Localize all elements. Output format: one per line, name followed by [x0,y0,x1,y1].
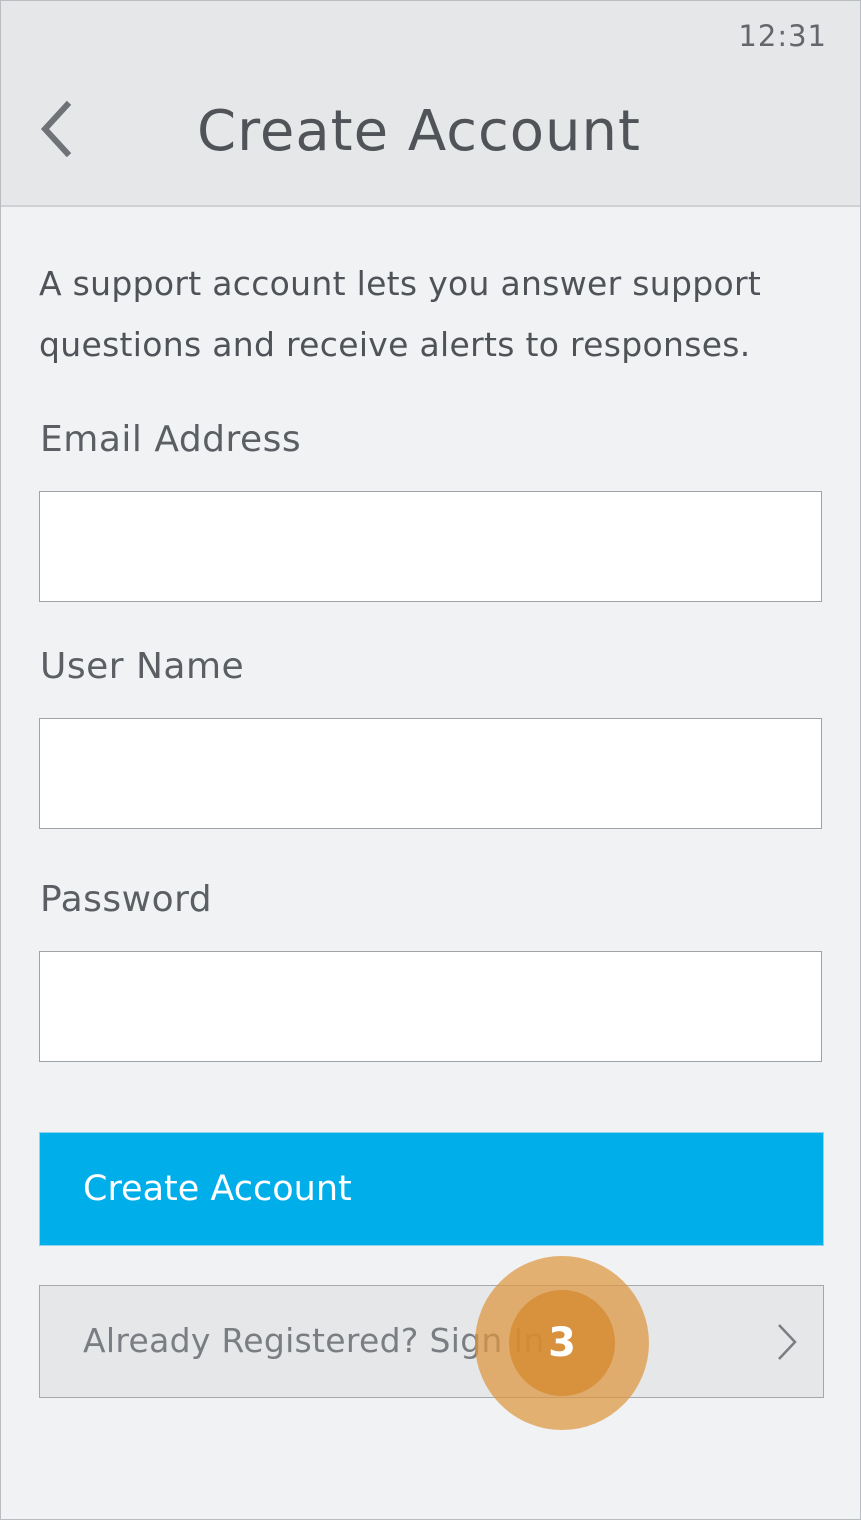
password-field[interactable] [39,951,822,1062]
email-label: Email Address [40,419,302,460]
status-time: 12:31 [738,19,827,53]
chevron-right-icon [775,1322,799,1366]
status-bar: 12:31 [1,1,860,63]
chevron-left-icon [33,97,83,161]
password-label: Password [40,879,213,920]
intro-text: A support account lets you answer suppor… [39,264,762,364]
step-marker-number: 3 [548,1320,576,1366]
create-account-button[interactable]: Create Account [39,1132,824,1246]
username-label: User Name [40,646,245,687]
app-screen: 12:31 Create Account A support account l… [0,0,861,1520]
username-field[interactable] [39,718,822,829]
back-button[interactable] [33,97,83,161]
step-marker-core: 3 [509,1290,615,1396]
step-marker: 3 [475,1256,649,1430]
header-bar: Create Account [1,63,860,207]
email-field[interactable] [39,491,822,602]
page-title: Create Account [197,99,641,164]
sign-in-link[interactable]: Already Registered? Sign In [39,1285,824,1398]
